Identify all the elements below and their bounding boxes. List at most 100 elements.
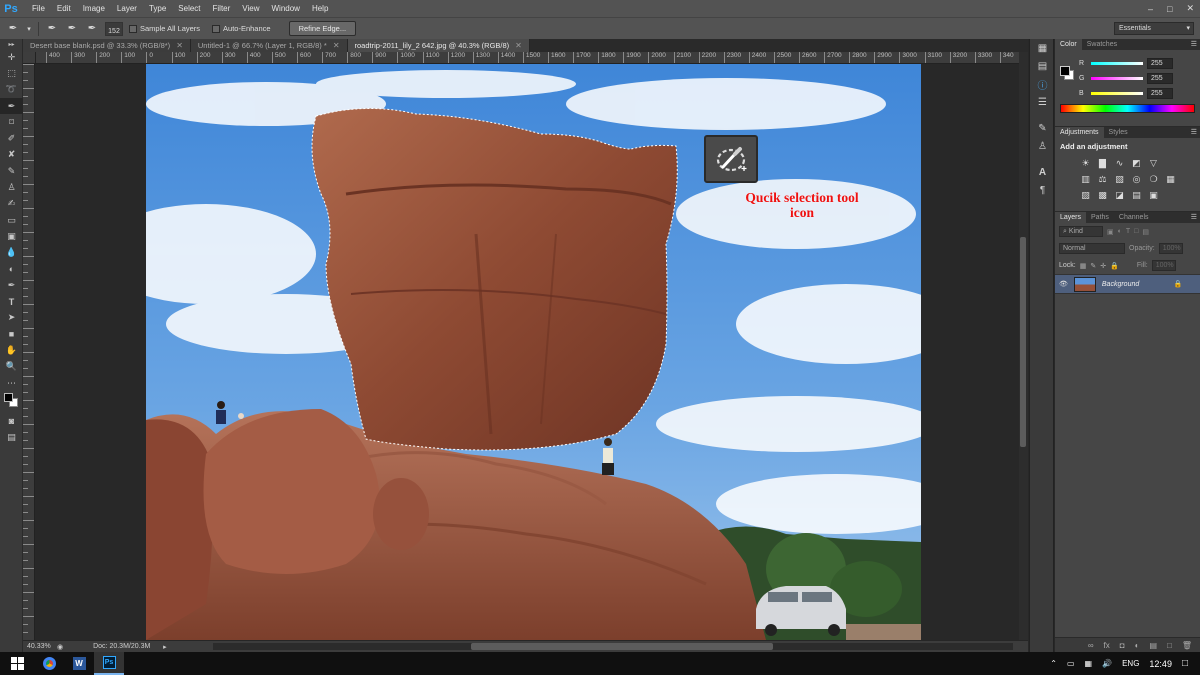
taskbar-word-icon[interactable]: W (64, 652, 94, 675)
menu-layer[interactable]: Layer (111, 0, 143, 17)
channel-mixer-icon[interactable]: ❍ (1147, 173, 1160, 185)
red-slider[interactable]: R 255 (1055, 56, 1200, 71)
workspace-select[interactable]: Essentials (1114, 22, 1194, 35)
volume-icon[interactable]: 🔊 (1102, 659, 1112, 668)
close-icon[interactable]: ✕ (333, 39, 340, 52)
color-balance-icon[interactable]: ⚖ (1096, 173, 1109, 185)
pen-tool-icon[interactable]: ✒ (0, 277, 23, 293)
taskbar-chrome-icon[interactable] (34, 652, 64, 675)
zoom-level-field[interactable]: 40.33% (23, 643, 57, 650)
ruler-origin[interactable] (23, 52, 36, 64)
blue-value-field[interactable]: 255 (1147, 88, 1173, 99)
vertical-scrollbar[interactable] (1019, 52, 1028, 640)
green-value-field[interactable]: 255 (1147, 73, 1173, 84)
rectangle-tool-icon[interactable]: ■ (0, 326, 23, 342)
menu-edit[interactable]: Edit (51, 0, 77, 17)
checkbox-box[interactable] (212, 24, 221, 33)
tab-styles[interactable]: Styles (1104, 127, 1133, 138)
notifications-icon[interactable]: □ (1182, 658, 1188, 669)
marquee-tool-icon[interactable]: ⬚ (0, 65, 23, 81)
collapse-toolbar-icon[interactable]: ▸▸ (0, 39, 23, 49)
network-icon[interactable]: ▦ (1085, 659, 1093, 668)
extra-tools-icon[interactable]: ⋯ (0, 375, 23, 391)
eyedropper-tool-icon[interactable]: ✐ (0, 130, 23, 146)
red-gradient[interactable] (1091, 62, 1143, 65)
new-selection-icon[interactable]: ✒ (45, 22, 59, 36)
posterize-icon[interactable]: ▩ (1096, 189, 1109, 201)
quick-selection-tool-icon[interactable]: ✒ (0, 97, 23, 115)
minimize-button[interactable]: – (1148, 4, 1153, 14)
screen-mode-icon[interactable]: ▤ (0, 430, 23, 446)
lock-position-icon[interactable]: ✛ (1100, 262, 1106, 270)
green-gradient[interactable] (1091, 77, 1143, 80)
maximize-button[interactable]: □ (1167, 4, 1172, 14)
show-hidden-icons-icon[interactable]: ⌃ (1050, 659, 1057, 668)
brush-size-picker[interactable]: 152 (105, 21, 123, 36)
new-layer-icon[interactable]: □ (1167, 641, 1172, 650)
horizontal-scrollbar[interactable] (213, 643, 1013, 650)
clone-source-panel-icon[interactable]: ♙ (1030, 137, 1055, 155)
lock-all-icon[interactable]: 🔒 (1110, 262, 1119, 270)
auto-enhance-checkbox[interactable]: Auto-Enhance (212, 24, 271, 33)
subtract-from-selection-icon[interactable]: ✒ (85, 22, 99, 36)
opacity-field[interactable]: 100% (1158, 243, 1183, 254)
filter-type-icon[interactable]: T (1126, 228, 1130, 235)
invert-icon[interactable]: ▨ (1079, 189, 1092, 201)
eraser-tool-icon[interactable]: ▭ (0, 212, 23, 228)
color-spectrum-ramp[interactable] (1060, 104, 1195, 113)
refine-edge-button[interactable]: Refine Edge... (288, 21, 357, 36)
info-panel-icon[interactable]: ⓘ (1030, 75, 1055, 93)
panel-menu-icon[interactable]: ☰ (1191, 39, 1197, 50)
lock-transparent-icon[interactable]: ▦ (1080, 262, 1087, 270)
quick-mask-icon[interactable]: ◙ (0, 413, 23, 429)
dropdown-arrow-icon[interactable]: ▾ (26, 22, 32, 36)
visibility-eye-icon[interactable]: 👁 (1059, 280, 1068, 288)
levels-icon[interactable]: ▇ (1096, 157, 1109, 169)
vibrance-icon[interactable]: ▽ (1147, 157, 1160, 169)
history-panel-icon[interactable]: ▦ (1030, 39, 1055, 57)
selective-color-icon[interactable]: ▣ (1147, 189, 1160, 201)
photo-balanced-rock[interactable] (146, 64, 921, 640)
red-value-field[interactable]: 255 (1147, 58, 1173, 69)
curves-icon[interactable]: ∿ (1113, 157, 1126, 169)
dodge-tool-icon[interactable]: ◐ (0, 261, 23, 277)
menu-view[interactable]: View (236, 0, 265, 17)
filter-adjustment-icon[interactable]: ◐ (1118, 228, 1122, 235)
brush-panel-icon[interactable]: ✎ (1030, 119, 1055, 137)
menu-select[interactable]: Select (172, 0, 206, 17)
link-layers-icon[interactable]: ∞ (1088, 641, 1094, 650)
close-icon[interactable]: ✕ (176, 39, 183, 52)
scroll-thumb[interactable] (1020, 237, 1026, 447)
menu-help[interactable]: Help (306, 0, 334, 17)
zoom-tool-icon[interactable]: 🔍 (0, 359, 23, 375)
blur-tool-icon[interactable]: 💧 (0, 245, 23, 261)
panel-menu-icon[interactable]: ☰ (1191, 127, 1197, 138)
tab-swatches[interactable]: Swatches (1082, 39, 1122, 50)
tab-untitled-1[interactable]: Untitled-1 @ 66.7% (Layer 1, RGB/8) * ✕ (190, 39, 348, 52)
status-menu-arrow-icon[interactable]: ▸ (163, 643, 167, 651)
delete-layer-icon[interactable]: 🗑 (1182, 641, 1192, 650)
color-lookup-icon[interactable]: ▦ (1164, 173, 1177, 185)
new-adjustment-layer-icon[interactable]: ◐ (1135, 641, 1140, 650)
filter-pixel-icon[interactable]: ▣ (1107, 228, 1114, 236)
menu-type[interactable]: Type (143, 0, 172, 17)
gradient-map-icon[interactable]: ▤ (1130, 189, 1143, 201)
blend-mode-select[interactable]: Normal (1059, 243, 1125, 254)
tool-preset-brush-icon[interactable]: ✒ (6, 22, 20, 36)
tab-desert-base[interactable]: Desert base blank.psd @ 33.3% (RGB/8*) ✕ (23, 39, 191, 52)
add-to-selection-icon[interactable]: ✒ (65, 22, 79, 36)
tab-paths[interactable]: Paths (1086, 212, 1114, 223)
filter-shape-icon[interactable]: □ (1134, 228, 1138, 235)
layer-row-background[interactable]: 👁 Background 🔒 (1055, 274, 1200, 294)
menu-file[interactable]: File (26, 0, 51, 17)
taskbar-photoshop-icon[interactable]: Ps (94, 652, 124, 675)
color-swatches[interactable] (0, 391, 23, 413)
panel-menu-icon[interactable]: ☰ (1191, 212, 1197, 223)
paint-bucket-tool-icon[interactable]: ▣ (0, 228, 23, 244)
canvas-area[interactable]: Qucik selection tool icon (36, 64, 1019, 640)
sample-all-layers-checkbox[interactable]: Sample All Layers (129, 24, 200, 33)
vertical-ruler[interactable] (23, 64, 35, 640)
hand-tool-icon[interactable]: ✋ (0, 342, 23, 358)
properties-panel-icon[interactable]: ▤ (1030, 57, 1055, 75)
menu-image[interactable]: Image (77, 0, 111, 17)
